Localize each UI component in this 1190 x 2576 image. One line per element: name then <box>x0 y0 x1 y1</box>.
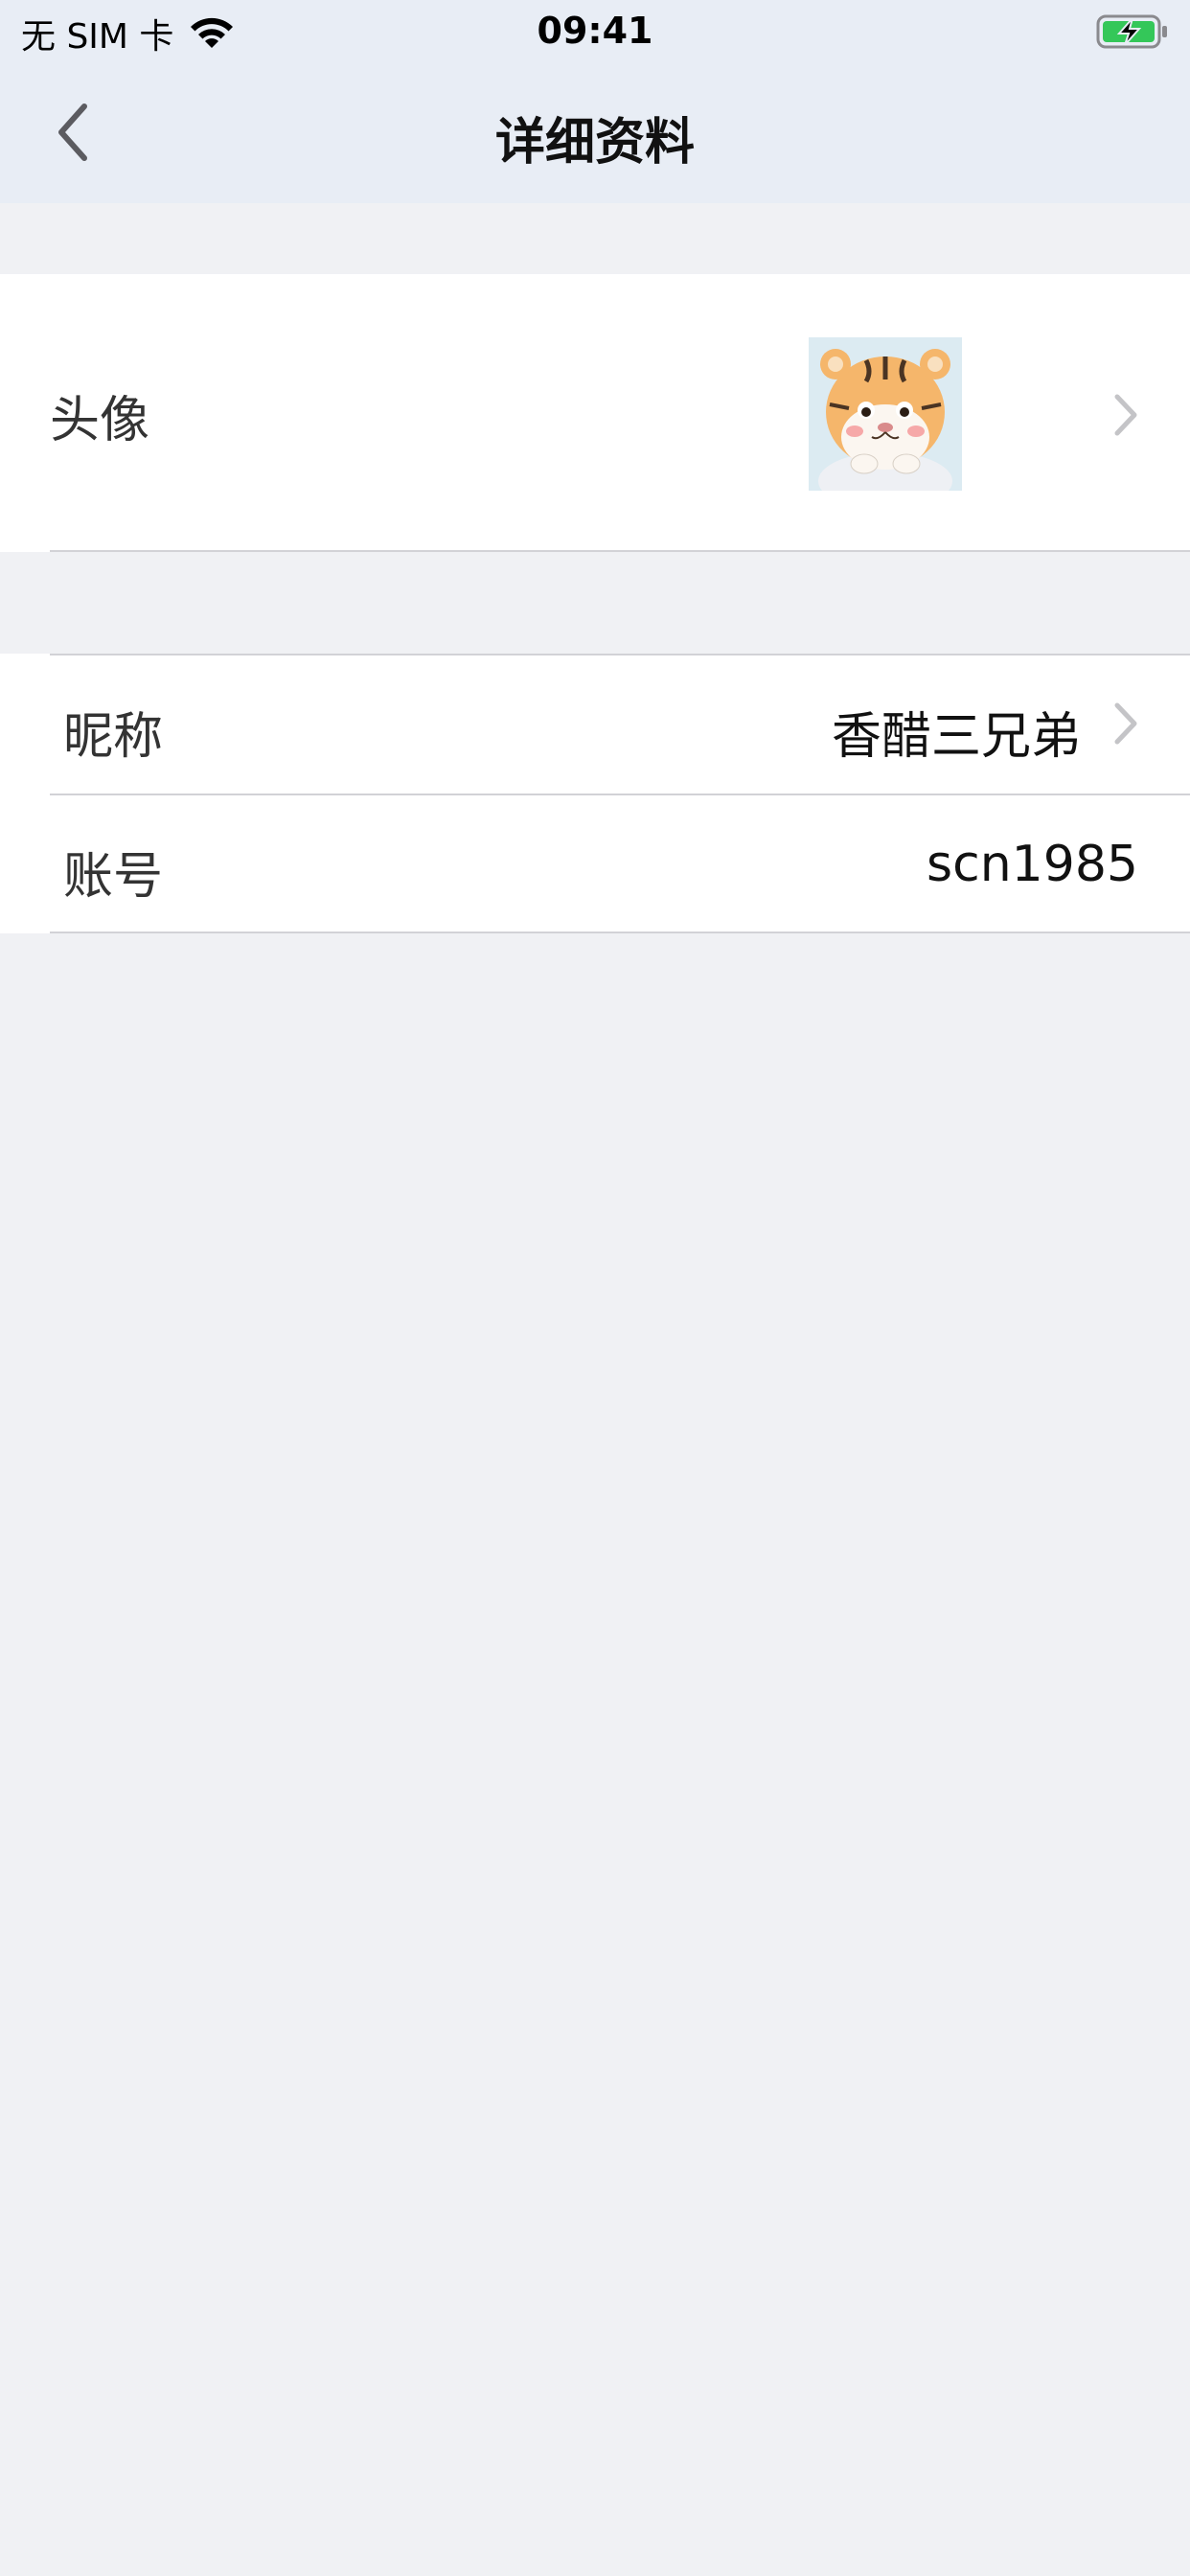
avatar-row[interactable]: 头像 <box>0 274 1190 552</box>
nickname-row[interactable]: 昵称 香醋三兄弟 <box>0 656 1190 794</box>
account-row: 账号 scn1985 <box>0 795 1190 933</box>
chevron-right-icon <box>1114 394 1137 436</box>
avatar-label: 头像 <box>50 392 150 449</box>
account-label: 账号 <box>63 848 164 906</box>
avatar-row-divider <box>50 550 1190 552</box>
info-group: 昵称 香醋三兄弟 账号 scn1985 <box>0 654 1190 933</box>
nickname-label: 昵称 <box>63 708 164 766</box>
battery-charging-icon <box>1096 14 1167 49</box>
page-title: 详细资料 <box>494 114 695 172</box>
chevron-right-icon <box>1114 702 1137 745</box>
status-time: 09:41 <box>537 10 653 52</box>
account-row-divider <box>50 932 1190 933</box>
status-bar: 无 SIM 卡 09:41 <box>0 0 1190 67</box>
nickname-value: 香醋三兄弟 <box>831 708 1081 766</box>
avatar <box>809 337 962 491</box>
header: 无 SIM 卡 09:41 详细资料 <box>0 0 1190 203</box>
tiger-avatar-image <box>809 337 962 491</box>
account-value: scn1985 <box>927 836 1138 893</box>
navigation-bar: 详细资料 <box>0 67 1190 203</box>
